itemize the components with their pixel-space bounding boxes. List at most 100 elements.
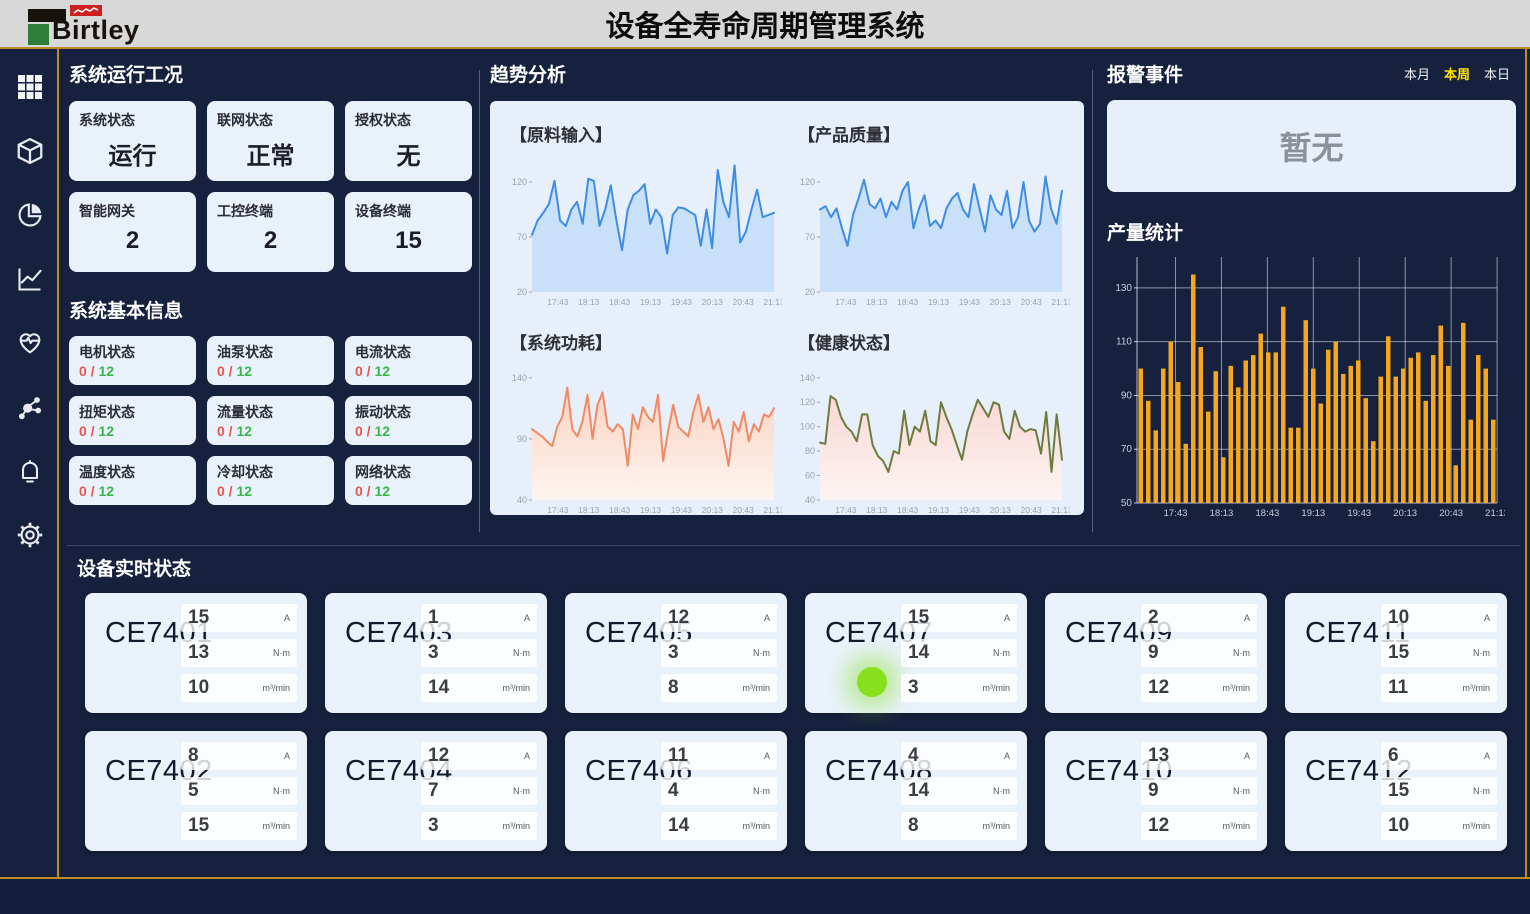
svg-text:19:13: 19:13 [640,505,662,515]
device-card[interactable]: CE7403 1A3N·m14m³/min [325,593,547,713]
device-card[interactable]: CE7409 2A9N·m12m³/min [1045,593,1267,713]
reading-value: 14 [668,815,689,837]
info-card-count: 0 / 12 [79,483,186,499]
device-card[interactable]: CE7411 10A15N·m11m³/min [1285,593,1507,713]
gear-icon[interactable] [15,520,45,550]
device-readings: 2A9N·m12m³/min [1141,604,1257,702]
svg-text:70: 70 [1121,444,1133,455]
device-reading: 9N·m [1141,639,1257,667]
device-reading: 1A [421,604,537,632]
reading-unit: A [1244,613,1250,623]
reading-unit: m³/min [1463,683,1491,693]
reading-unit: m³/min [1223,683,1251,693]
health-monitor-icon[interactable] [15,328,45,358]
reading-value: 14 [428,677,449,699]
svg-text:140: 140 [800,373,815,383]
svg-text:130: 130 [1115,283,1132,294]
svg-text:19:43: 19:43 [959,297,981,307]
device-reading: 14N·m [901,777,1017,805]
reading-value: 6 [1388,745,1399,767]
status-card-label: 联网状态 [217,110,324,130]
reading-value: 12 [1148,677,1169,699]
device-card[interactable]: CE7408 4A14N·m8m³/min [805,731,1027,851]
apps-grid-icon[interactable] [15,72,45,102]
device-card[interactable]: CE7404 12A7N·m3m³/min [325,731,547,851]
reading-unit: N·m [753,648,770,658]
reading-value: 9 [1148,642,1159,664]
svg-text:100: 100 [800,422,815,432]
line-chart-icon[interactable] [15,264,45,294]
device-readings: 15A13N·m10m³/min [181,604,297,702]
device-card[interactable]: CE7401 15A13N·m10m³/min [85,593,307,713]
reading-value: 10 [1388,815,1409,837]
svg-text:19:13: 19:13 [640,297,662,307]
svg-text:20:13: 20:13 [990,505,1012,515]
svg-text:18:13: 18:13 [578,505,600,515]
svg-text:18:43: 18:43 [1256,508,1280,519]
device-reading: 5N·m [181,777,297,805]
device-card[interactable]: CE7407 15A14N·m3m³/min [805,593,1027,713]
reading-unit: N·m [1473,786,1490,796]
section-title-production: 产量统计 [1107,218,1516,245]
device-card[interactable]: CE7406 11A4N·m14m³/min [565,731,787,851]
device-readings: 13A9N·m12m³/min [1141,742,1257,840]
section-title-system-status: 系统运行工况 [69,60,473,87]
alarm-tab[interactable]: 本月 [1404,64,1430,83]
section-title-system-info: 系统基本信息 [69,296,473,323]
svg-text:21:13: 21:13 [763,297,782,307]
reading-unit: N·m [273,786,290,796]
device-reading: 14 m³/min [661,812,777,840]
reading-unit: A [764,751,770,761]
status-card-label: 智能网关 [79,201,186,221]
reading-unit: N·m [1233,786,1250,796]
info-card-label: 电流状态 [355,342,462,362]
reading-value: 10 [1388,607,1409,629]
status-card-label: 系统状态 [79,110,186,130]
reading-value: 13 [1148,745,1169,767]
svg-text:19:13: 19:13 [1301,508,1325,519]
device-card[interactable]: CE7412 6A15N·m10m³/min [1285,731,1507,851]
reading-unit: m³/min [743,821,771,831]
svg-text:70: 70 [805,232,815,242]
trend-panel: 【原料输入】 207012017:4318:1318:4319:1319:432… [490,101,1084,515]
reading-value: 11 [1388,677,1408,699]
device-readings: 12A7N·m3m³/min [421,742,537,840]
status-card-value: 2 [79,227,186,255]
alarm-tab[interactable]: 本日 [1484,64,1510,83]
info-card-label: 网络状态 [355,462,462,482]
device-reading: 11A [661,742,777,770]
info-card: 电机状态 0 / 12 [69,336,196,385]
svg-text:19:43: 19:43 [1347,508,1371,519]
footer-strip [0,879,1530,914]
device-card[interactable]: CE7402 8A5N·m15m³/min [85,731,307,851]
gold-divider-right [1525,49,1527,879]
reading-unit: N·m [513,648,530,658]
svg-text:40: 40 [805,495,815,505]
reading-unit: N·m [993,786,1010,796]
page-title: 设备全寿命周期管理系统 [0,3,1530,45]
svg-text:17:43: 17:43 [1164,508,1188,519]
reading-unit: N·m [993,648,1010,658]
cube-icon[interactable] [15,136,45,166]
device-card[interactable]: CE7410 13A9N·m12m³/min [1045,731,1267,851]
svg-text:140: 140 [512,373,527,383]
reading-value: 15 [1388,642,1409,664]
alarm-tab[interactable]: 本周 [1444,64,1470,83]
network-nodes-icon[interactable] [15,392,45,422]
svg-text:21:13: 21:13 [763,505,782,515]
status-card: 工控终端 2 [207,192,334,272]
status-indicator-dot [857,667,887,697]
system-status-grid: 系统状态 运行 联网状态 正常 授权状态 无 智能网关 2 工控终端 2 设备终… [69,101,473,272]
section-title-trend: 趋势分析 [490,60,1084,87]
svg-text:18:43: 18:43 [609,297,631,307]
alarm-empty-text: 暂无 [1279,123,1343,169]
bell-icon[interactable] [15,456,45,486]
pie-chart-icon[interactable] [15,200,45,230]
device-readings: 15A14N·m3m³/min [901,604,1017,702]
status-card-value: 正常 [217,136,324,171]
chart-title: 【健康状态】 [798,329,1074,354]
status-card-value: 无 [355,136,462,171]
device-card[interactable]: CE7405 12A3N·m8m³/min [565,593,787,713]
reading-value: 4 [908,745,919,767]
reading-value: 3 [428,642,439,664]
